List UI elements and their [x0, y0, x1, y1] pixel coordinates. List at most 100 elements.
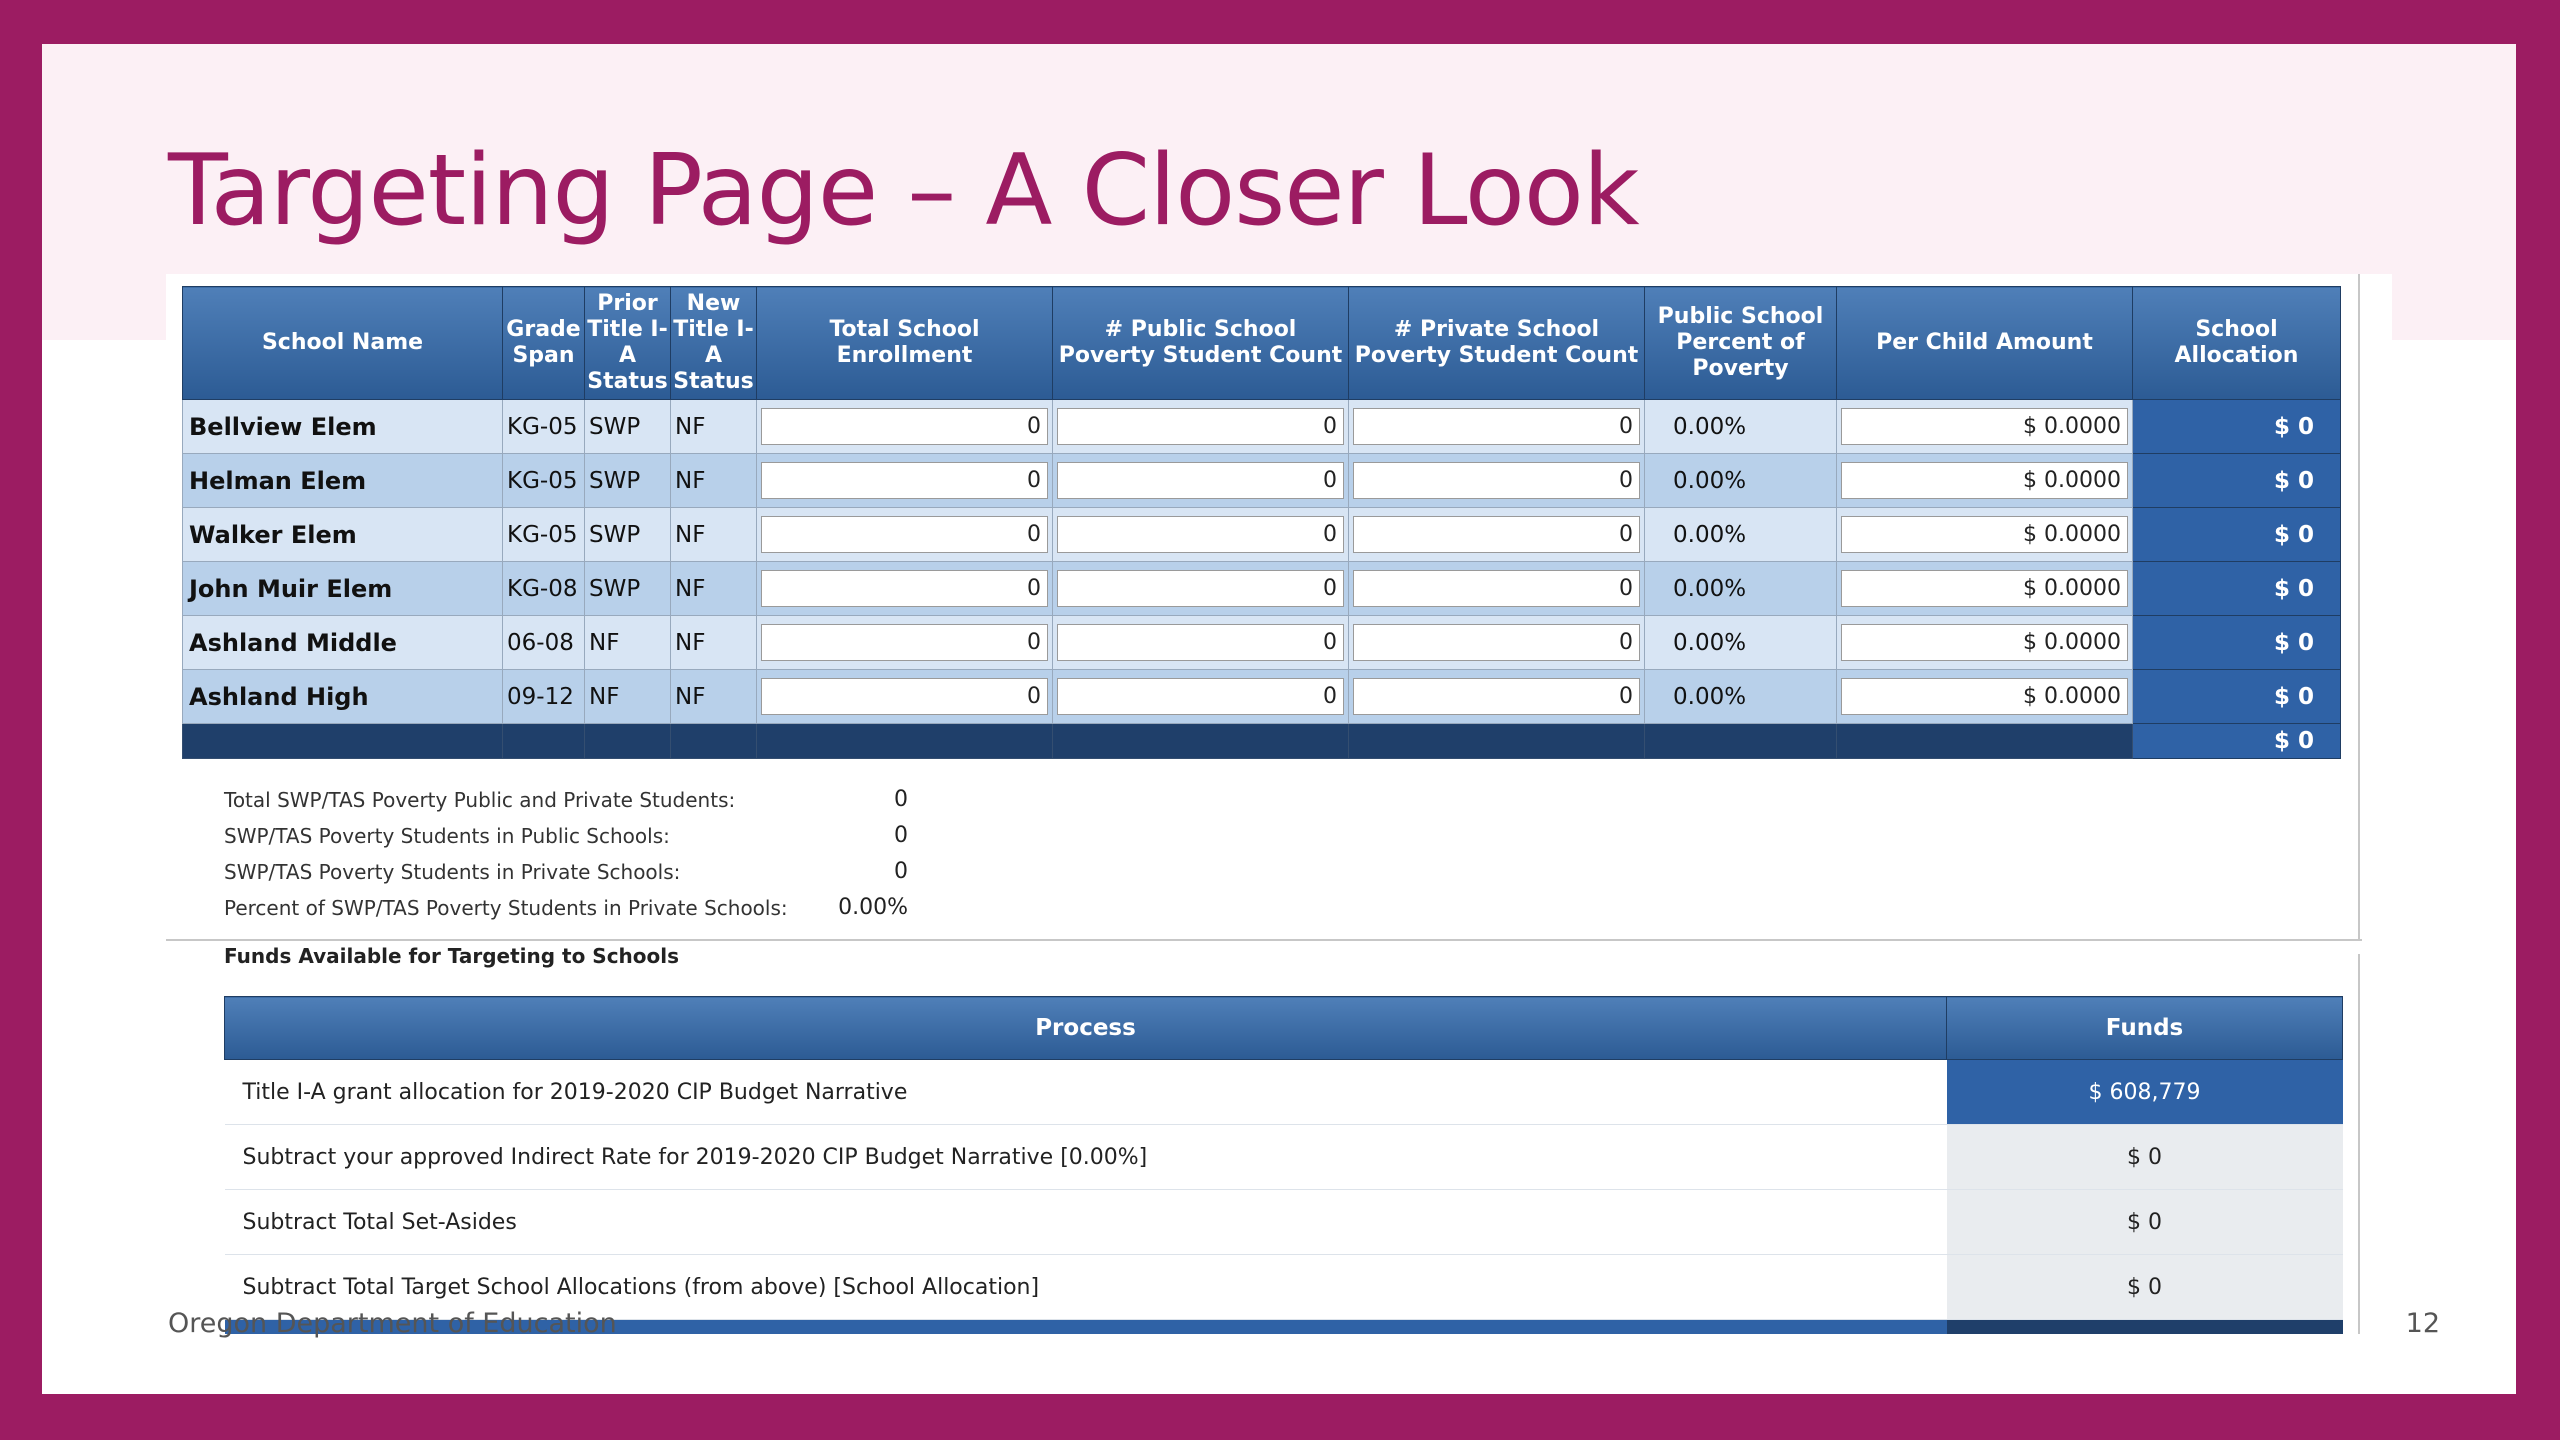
total-row-spacer: [756, 723, 1053, 759]
poverty-summary: Total SWP/TAS Poverty Public and Private…: [224, 782, 908, 926]
summary-label: SWP/TAS Poverty Students in Public Schoo…: [224, 824, 670, 848]
enrollment-input[interactable]: [761, 624, 1048, 661]
public-poverty-input[interactable]: [1057, 678, 1344, 715]
per-child-input[interactable]: [1841, 408, 2128, 445]
table-row: Walker Elem KG-05 SWP NF 0.00% $ 0: [182, 507, 2341, 562]
enrollment-input[interactable]: [761, 462, 1048, 499]
private-poverty-input[interactable]: [1353, 516, 1640, 553]
summary-label: Total SWP/TAS Poverty Public and Private…: [224, 788, 736, 812]
table-row: Helman Elem KG-05 SWP NF 0.00% $ 0: [182, 453, 2341, 508]
total-row-spacer: [670, 723, 757, 759]
percent-poverty: 0.00%: [1644, 399, 1837, 454]
school-name: Ashland High: [182, 669, 503, 724]
table-row: John Muir Elem KG-08 SWP NF 0.00% $ 0: [182, 561, 2341, 616]
total-row-spacer: [182, 723, 503, 759]
funds-value: $ 0: [1946, 1124, 2343, 1190]
public-count-cell: [1052, 399, 1349, 454]
header-prior-status[interactable]: Prior Title I-A Status: [584, 286, 671, 400]
header-school-allocation[interactable]: School Allocation: [2132, 286, 2341, 400]
grade-span: KG-05: [502, 453, 585, 508]
header-school-name[interactable]: School Name: [182, 286, 503, 400]
public-poverty-input[interactable]: [1057, 516, 1344, 553]
grade-span: KG-05: [502, 507, 585, 562]
new-status: NF: [670, 453, 757, 508]
private-poverty-input[interactable]: [1353, 408, 1640, 445]
prior-status: SWP: [584, 399, 671, 454]
private-poverty-input[interactable]: [1353, 624, 1640, 661]
private-poverty-input[interactable]: [1353, 570, 1640, 607]
new-status: NF: [670, 615, 757, 670]
percent-poverty: 0.00%: [1644, 453, 1837, 508]
funds-value: $ 0: [1946, 1189, 2343, 1255]
funds-header-row: Process Funds: [224, 996, 2343, 1060]
enrollment-input[interactable]: [761, 408, 1048, 445]
public-count-cell: [1052, 561, 1349, 616]
summary-label: Percent of SWP/TAS Poverty Students in P…: [224, 896, 788, 920]
school-allocation: $ 0: [2132, 561, 2341, 616]
grade-span: KG-05: [502, 399, 585, 454]
header-grade-span[interactable]: Grade Span: [502, 286, 585, 400]
new-status: NF: [670, 399, 757, 454]
per-child-cell: [1836, 615, 2133, 670]
public-poverty-input[interactable]: [1057, 408, 1344, 445]
header-percent-poverty[interactable]: Public School Percent of Poverty: [1644, 286, 1837, 400]
grade-span: KG-08: [502, 561, 585, 616]
private-count-cell: [1348, 615, 1645, 670]
public-poverty-input[interactable]: [1057, 624, 1344, 661]
enrollment-input[interactable]: [761, 570, 1048, 607]
header-private-poverty-count[interactable]: # Private School Poverty Student Count: [1348, 286, 1645, 400]
per-child-cell: [1836, 561, 2133, 616]
table-row: Ashland High 09-12 NF NF 0.00% $ 0: [182, 669, 2341, 724]
prior-status: SWP: [584, 561, 671, 616]
public-count-cell: [1052, 453, 1349, 508]
grade-span: 09-12: [502, 669, 585, 724]
table-total-row: $ 0: [182, 723, 2341, 759]
per-child-input[interactable]: [1841, 678, 2128, 715]
funds-fieldset-legend: Funds Available for Targeting to Schools: [220, 944, 684, 968]
total-row-spacer: [1644, 723, 1837, 759]
enrollment-cell: [756, 615, 1053, 670]
per-child-input[interactable]: [1841, 624, 2128, 661]
summary-value: 0: [894, 787, 908, 812]
prior-status: SWP: [584, 507, 671, 562]
table-row: Bellview Elem KG-05 SWP NF 0.00% $ 0: [182, 399, 2341, 454]
per-child-input[interactable]: [1841, 570, 2128, 607]
header-total-enrollment[interactable]: Total School Enrollment: [756, 286, 1053, 400]
public-poverty-input[interactable]: [1057, 462, 1344, 499]
summary-label: SWP/TAS Poverty Students in Private Scho…: [224, 860, 681, 884]
private-poverty-input[interactable]: [1353, 678, 1640, 715]
per-child-input[interactable]: [1841, 462, 2128, 499]
per-child-input[interactable]: [1841, 516, 2128, 553]
header-per-child-amount[interactable]: Per Child Amount: [1836, 286, 2133, 400]
private-poverty-input[interactable]: [1353, 462, 1640, 499]
prior-status: SWP: [584, 453, 671, 508]
header-public-poverty-count[interactable]: # Public School Poverty Student Count: [1052, 286, 1349, 400]
enrollment-input[interactable]: [761, 516, 1048, 553]
grade-span: 06-08: [502, 615, 585, 670]
public-poverty-input[interactable]: [1057, 570, 1344, 607]
targeting-page-screenshot: School Name Grade Span Prior Title I-A S…: [166, 274, 2392, 1334]
school-name: John Muir Elem: [182, 561, 503, 616]
new-status: NF: [670, 561, 757, 616]
enrollment-cell: [756, 561, 1053, 616]
funds-row: Title I-A grant allocation for 2019-2020…: [224, 1059, 2343, 1125]
process-label: Subtract your approved Indirect Rate for…: [224, 1124, 1947, 1190]
private-count-cell: [1348, 561, 1645, 616]
summary-value: 0: [894, 823, 908, 848]
school-name: Helman Elem: [182, 453, 503, 508]
funds-value: $ 0: [1946, 1254, 2343, 1320]
summary-value: 0.00%: [838, 895, 908, 920]
percent-poverty: 0.00%: [1644, 507, 1837, 562]
school-name: Bellview Elem: [182, 399, 503, 454]
school-allocation: $ 0: [2132, 453, 2341, 508]
enrollment-input[interactable]: [761, 678, 1048, 715]
header-new-status[interactable]: New Title I-A Status: [670, 286, 757, 400]
funds-footer-bar: [1946, 1319, 2343, 1334]
funds-table: Process Funds Title I-A grant allocation…: [224, 996, 2343, 1334]
total-row-spacer: [1836, 723, 2133, 759]
slide-page-number: 12: [2405, 1308, 2440, 1339]
new-status: NF: [670, 507, 757, 562]
school-name: Walker Elem: [182, 507, 503, 562]
prior-status: NF: [584, 615, 671, 670]
percent-poverty: 0.00%: [1644, 561, 1837, 616]
